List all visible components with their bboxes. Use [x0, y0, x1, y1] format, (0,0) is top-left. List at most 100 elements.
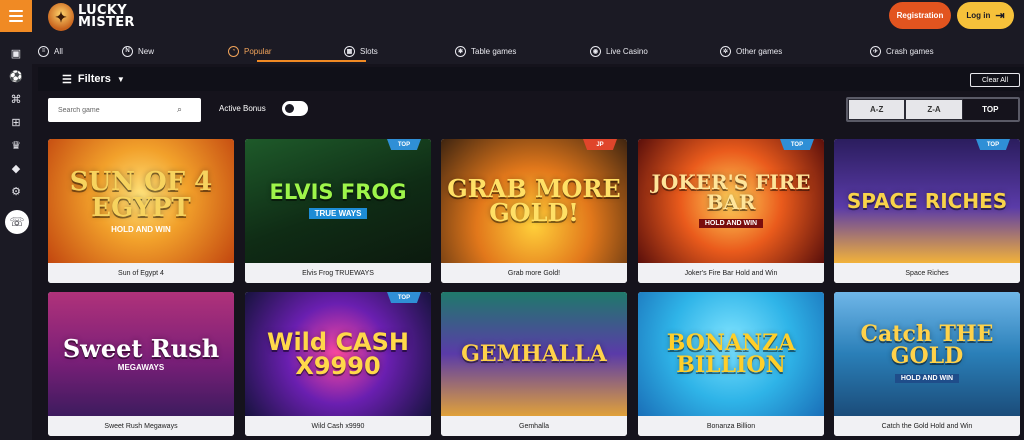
game-thumbnail[interactable]: GEMHALLA: [441, 292, 627, 416]
popular-icon: ◔: [228, 45, 239, 57]
game-thumbnail[interactable]: Wild CASH X9990: [245, 292, 431, 416]
search-icon[interactable]: ⌕: [177, 104, 187, 114]
game-thumbnail[interactable]: GRAB MORE GOLD!: [441, 139, 627, 263]
nav-tab-label: All: [54, 46, 63, 56]
filters-toggle[interactable]: ☰ Filters ▼: [62, 70, 125, 88]
sort-top-button[interactable]: TOP: [962, 99, 1018, 120]
logo-mascot-icon: ✦: [48, 3, 74, 31]
nav-tab-label: Live Casino: [606, 46, 648, 56]
login-button[interactable]: Log in ⇥: [957, 2, 1014, 29]
casino-page: ✦ LUCKY MISTER Registration Log in ⇥ ≡ Al…: [0, 0, 1024, 440]
live-casino-icon: ◉: [590, 45, 601, 57]
nav-tab-label: Slots: [360, 46, 378, 56]
nav-tab-label: Other games: [736, 46, 783, 56]
new-icon: N: [122, 45, 133, 57]
filters-sliders-icon: ☰: [62, 73, 72, 86]
game-card[interactable]: Sweet Rush MEGAWAYS Sweet Rush Megaways: [48, 292, 234, 436]
game-card[interactable]: Catch THE GOLD HOLD AND WIN Catch the Go…: [834, 292, 1020, 436]
toggle-knob: [285, 104, 294, 113]
jackpot-badge: JP: [583, 139, 617, 150]
game-name: Sweet Rush Megaways: [48, 416, 234, 436]
top-header: ✦ LUCKY MISTER Registration Log in ⇥ ≡ Al…: [0, 0, 1024, 64]
chevron-down-icon: ▼: [116, 74, 125, 84]
active-bonus-label: Active Bonus: [219, 104, 266, 113]
nav-tab-label: Crash games: [886, 46, 934, 56]
nav-tab-all[interactable]: ≡ All: [38, 38, 63, 64]
thumb-title: ELVIS FROG: [269, 179, 407, 204]
game-thumbnail[interactable]: Catch THE GOLD HOLD AND WIN: [834, 292, 1020, 416]
thumb-title: Wild CASH X9990: [266, 328, 410, 380]
thumb-title: Sweet Rush: [62, 333, 220, 363]
top-badge: TOP: [780, 139, 814, 150]
game-thumbnail[interactable]: ELVIS FROG TRUE WAYS: [245, 139, 431, 263]
all-icon: ≡: [38, 45, 49, 57]
thumb-title: SPACE RICHES: [846, 189, 1008, 213]
menu-hamburger-icon[interactable]: [0, 0, 32, 32]
thumb-title: Catch THE GOLD: [860, 321, 994, 369]
top-badge: TOP: [387, 139, 421, 150]
thumb-subtitle: HOLD AND WIN: [111, 224, 171, 234]
clear-all-button[interactable]: Clear All: [970, 73, 1020, 87]
slot-machine-icon[interactable]: ▣: [9, 46, 23, 60]
sports-ball-icon[interactable]: ⚽: [9, 69, 23, 83]
nav-tab-table-games[interactable]: ✱ Table games: [455, 38, 516, 64]
table-games-icon: ✱: [455, 45, 466, 57]
thumb-title: GRAB MORE GOLD!: [447, 174, 621, 227]
game-name: Wild Cash x9990: [245, 416, 431, 436]
nav-tab-label: Table games: [471, 46, 517, 56]
game-card[interactable]: ELVIS FROG TRUE WAYS TOP Elvis Frog TRUE…: [245, 139, 431, 283]
game-card[interactable]: GRAB MORE GOLD! JP Grab more Gold!: [441, 139, 627, 283]
logo-line-2: MISTER: [78, 15, 135, 30]
active-bonus-toggle[interactable]: [282, 101, 308, 116]
game-thumbnail[interactable]: SUN OF 4 EGYPT HOLD AND WIN: [48, 139, 234, 263]
gamepad-icon[interactable]: ⌘: [9, 92, 23, 106]
settings-icon[interactable]: ⚙: [9, 184, 23, 198]
gift-icon[interactable]: ⊞: [9, 115, 23, 129]
game-card[interactable]: BONANZA BILLION Bonanza Billion: [638, 292, 824, 436]
diamond-icon[interactable]: ◆: [9, 161, 23, 175]
sort-z-a-button[interactable]: Z-A: [906, 100, 962, 119]
top-badge: TOP: [387, 292, 421, 303]
nav-tab-live-casino[interactable]: ◉ Live Casino: [590, 38, 648, 64]
support-icon[interactable]: ☏: [5, 210, 29, 234]
thumb-subtitle: MEGAWAYS: [117, 362, 165, 372]
game-thumbnail[interactable]: Sweet Rush MEGAWAYS: [48, 292, 234, 416]
filters-bar: [38, 67, 1024, 91]
sort-a-z-button[interactable]: A-Z: [849, 100, 905, 119]
game-name: Space Riches: [834, 263, 1020, 283]
nav-tab-other-games[interactable]: ✲ Other games: [720, 38, 782, 64]
game-name: Bonanza Billion: [638, 416, 824, 436]
nav-tab-label: New: [138, 46, 155, 56]
game-name: Joker's Fire Bar Hold and Win: [638, 263, 824, 283]
thumb-subtitle: HOLD AND WIN: [698, 219, 764, 228]
game-name: Gemhalla: [441, 416, 627, 436]
crash-games-icon: ✈: [870, 45, 881, 57]
login-arrow-icon: ⇥: [995, 10, 1005, 22]
logo[interactable]: ✦ LUCKY MISTER: [48, 2, 135, 32]
game-card[interactable]: SUN OF 4 EGYPT HOLD AND WIN Sun of Egypt…: [48, 139, 234, 283]
thumb-subtitle: TRUE WAYS: [308, 207, 368, 219]
trophy-icon[interactable]: ♛: [9, 138, 23, 152]
other-games-icon: ✲: [720, 45, 731, 57]
game-card[interactable]: GEMHALLA Gemhalla: [441, 292, 627, 436]
search-box: ⌕: [48, 98, 201, 122]
slots-icon: ▦: [344, 45, 355, 57]
thumb-title: BONANZA BILLION: [666, 330, 796, 378]
category-nav: ≡ All N New ◔ Popular ▦ Slots ✱ Table games ◉ Live …: [38, 38, 1020, 64]
game-card[interactable]: Wild CASH X9990 TOP Wild Cash x9990: [245, 292, 431, 436]
game-thumbnail[interactable]: BONANZA BILLION: [638, 292, 824, 416]
game-name: Grab more Gold!: [441, 263, 627, 283]
thumb-title: GEMHALLA: [461, 341, 607, 367]
sort-switcher: A-Z Z-A TOP: [846, 97, 1020, 122]
search-input[interactable]: [48, 98, 168, 122]
registration-button[interactable]: Registration: [889, 2, 951, 29]
thumb-title: JOKER'S FIRE BAR: [651, 170, 811, 214]
nav-tab-label: Popular: [244, 46, 272, 56]
game-thumbnail[interactable]: SPACE RICHES: [834, 139, 1020, 263]
game-thumbnail[interactable]: JOKER'S FIRE BAR HOLD AND WIN: [638, 139, 824, 263]
game-card[interactable]: SPACE RICHES TOP Space Riches: [834, 139, 1020, 283]
thumb-subtitle: HOLD AND WIN: [894, 374, 960, 383]
game-card[interactable]: JOKER'S FIRE BAR HOLD AND WIN TOP Joker'…: [638, 139, 824, 283]
nav-tab-crash-games[interactable]: ✈ Crash games: [870, 38, 934, 64]
nav-tab-new[interactable]: N New: [122, 38, 154, 64]
